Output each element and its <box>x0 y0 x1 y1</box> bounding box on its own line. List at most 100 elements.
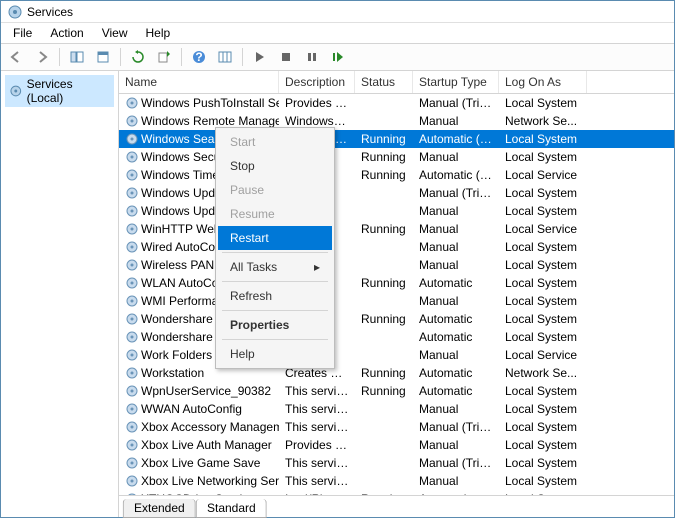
service-row[interactable]: WorkstationCreates and ...RunningAutomat… <box>119 364 674 382</box>
cell-status <box>355 264 413 266</box>
cell-logon: Local Service <box>499 347 587 363</box>
cell-description: Provides aut... <box>279 437 355 453</box>
cell-name: Xbox Live Networking Service <box>119 473 279 489</box>
service-row[interactable]: Windows Upd...Manual (Trigg...Local Syst… <box>119 184 674 202</box>
submenu-arrow-icon: ▸ <box>314 260 320 274</box>
service-row[interactable]: Xbox Accessory Managemen...This service … <box>119 418 674 436</box>
service-row[interactable]: Xbox Live Game SaveThis service ...Manua… <box>119 454 674 472</box>
cell-logon: Local System <box>499 455 587 471</box>
context-menu-resume: Resume <box>218 202 332 226</box>
cell-startup: Automatic (De... <box>413 167 499 183</box>
cell-logon: Local System <box>499 131 587 147</box>
col-startup-type[interactable]: Startup Type <box>413 71 499 93</box>
help-button[interactable]: ? <box>188 46 210 68</box>
service-row[interactable]: WLAN AutoCo...RunningAutomaticLocal Syst… <box>119 274 674 292</box>
tab-extended[interactable]: Extended <box>123 499 196 518</box>
cell-startup: Manual <box>413 221 499 237</box>
services-app-icon <box>7 4 23 20</box>
cell-status: Running <box>355 383 413 399</box>
service-row[interactable]: Windows SearchProvides con...RunningAuto… <box>119 130 674 148</box>
cell-status: Running <box>355 167 413 183</box>
menu-help[interactable]: Help <box>138 24 179 42</box>
cell-status: Running <box>355 149 413 165</box>
context-menu-all-tasks[interactable]: All Tasks▸ <box>218 255 332 279</box>
menu-view[interactable]: View <box>94 24 136 42</box>
cell-name: Xbox Accessory Managemen... <box>119 419 279 435</box>
menu-action[interactable]: Action <box>42 24 91 42</box>
context-menu-pause: Pause <box>218 178 332 202</box>
pause-service-button[interactable] <box>301 46 323 68</box>
context-menu-refresh[interactable]: Refresh <box>218 284 332 308</box>
service-row[interactable]: Work Folders...ManualLocal Service <box>119 346 674 364</box>
show-hide-tree-button[interactable] <box>66 46 88 68</box>
cell-status <box>355 192 413 194</box>
properties-button[interactable] <box>92 46 114 68</box>
service-row[interactable]: Windows Secue...RunningManualLocal Syste… <box>119 148 674 166</box>
service-row[interactable]: WpnUserService_90382This service ...Runn… <box>119 382 674 400</box>
service-row[interactable]: Windows UpdManualLocal System <box>119 202 674 220</box>
rows-container[interactable]: Windows PushToInstall Servi...Provides i… <box>119 94 674 495</box>
menu-bar: File Action View Help <box>1 23 674 43</box>
start-service-button[interactable] <box>249 46 271 68</box>
forward-button[interactable] <box>31 46 53 68</box>
service-row[interactable]: Windows Remote Managem...Windows Re...Ma… <box>119 112 674 130</box>
service-row[interactable]: Windows Timel...RunningAutomatic (De...L… <box>119 166 674 184</box>
cell-logon: Local System <box>499 203 587 219</box>
cell-startup: Automatic <box>413 275 499 291</box>
service-row[interactable]: Wired AutoCoManualLocal System <box>119 238 674 256</box>
cell-startup: Manual <box>413 149 499 165</box>
service-row[interactable]: Xbox Live Auth ManagerProvides aut...Man… <box>119 436 674 454</box>
menu-file[interactable]: File <box>5 24 40 42</box>
cell-logon: Network Se... <box>499 365 587 381</box>
restart-service-button[interactable] <box>327 46 349 68</box>
toolbar-sep <box>242 48 243 66</box>
cell-startup: Manual <box>413 293 499 309</box>
cell-status <box>355 408 413 410</box>
service-row[interactable]: WondersharerRunningAutomaticLocal System <box>119 310 674 328</box>
stop-service-button[interactable] <box>275 46 297 68</box>
service-row[interactable]: Wireless PAN DManualLocal System <box>119 256 674 274</box>
toolbar-sep <box>59 48 60 66</box>
cell-status <box>355 426 413 428</box>
cell-logon: Local System <box>499 275 587 291</box>
sidebar-item-services-local[interactable]: Services (Local) <box>5 75 114 107</box>
cell-logon: Network Se... <box>499 113 587 129</box>
service-row[interactable]: WinHTTP Webn...RunningManualLocal Servic… <box>119 220 674 238</box>
cell-logon: Local System <box>499 239 587 255</box>
cell-logon: Local System <box>499 311 587 327</box>
cell-status <box>355 120 413 122</box>
back-button[interactable] <box>5 46 27 68</box>
cell-logon: Local System <box>499 401 587 417</box>
view-columns-button[interactable] <box>214 46 236 68</box>
service-row[interactable]: WMI Performa...ManualLocal System <box>119 292 674 310</box>
context-menu-properties[interactable]: Properties <box>218 313 332 337</box>
tab-standard[interactable]: Standard <box>196 499 267 518</box>
cell-status <box>355 462 413 464</box>
context-menu-help[interactable]: Help <box>218 342 332 366</box>
service-row[interactable]: Xbox Live Networking ServiceThis service… <box>119 472 674 490</box>
refresh-button[interactable] <box>127 46 149 68</box>
cell-description: Provides infr... <box>279 95 355 111</box>
cell-startup: Manual <box>413 257 499 273</box>
cell-status <box>355 336 413 338</box>
cell-startup: Automatic <box>413 329 499 345</box>
cell-logon: Local System <box>499 95 587 111</box>
col-status[interactable]: Status <box>355 71 413 93</box>
service-row[interactable]: WWAN AutoConfigThis service ...ManualLoc… <box>119 400 674 418</box>
context-menu-restart[interactable]: Restart <box>218 226 332 250</box>
context-menu-stop[interactable]: Stop <box>218 154 332 178</box>
export-list-button[interactable] <box>153 46 175 68</box>
col-log-on-as[interactable]: Log On As <box>499 71 587 93</box>
menu-separator <box>222 281 328 282</box>
toolbar: ? <box>1 43 674 71</box>
col-name[interactable]: Name <box>119 71 279 93</box>
service-row[interactable]: Windows PushToInstall Servi...Provides i… <box>119 94 674 112</box>
console-tree[interactable]: Services (Local) <box>1 71 119 517</box>
cell-logon: Local System <box>499 185 587 201</box>
service-row[interactable]: WondersharerAutomaticLocal System <box>119 328 674 346</box>
col-description[interactable]: Description <box>279 71 355 93</box>
cell-description: This service ... <box>279 383 355 399</box>
title-bar: Services <box>1 1 674 23</box>
cell-startup: Automatic (De... <box>413 131 499 147</box>
cell-status: Running <box>355 275 413 291</box>
